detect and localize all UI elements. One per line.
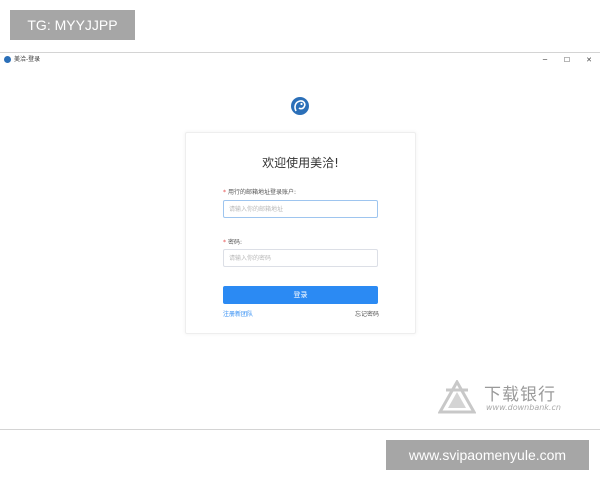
welcome-heading: 欢迎使用美洽!: [262, 156, 339, 170]
title-bar: 美洽-登录 ─ ☐ ✕: [0, 53, 600, 67]
password-label-text: 密码:: [228, 239, 243, 246]
downbank-logo-icon: [438, 380, 476, 414]
email-input[interactable]: [223, 200, 378, 218]
app-icon: [4, 56, 11, 63]
watermark-top: TG: MYYJJPP: [10, 10, 135, 40]
forgot-password-link[interactable]: 忘记密码: [355, 309, 379, 318]
maximize-button[interactable]: ☐: [556, 53, 578, 67]
window-title: 美洽-登录: [14, 56, 41, 63]
register-team-link[interactable]: 注册新团队: [223, 309, 253, 318]
close-button[interactable]: ✕: [578, 53, 600, 67]
password-input[interactable]: [223, 249, 378, 267]
login-button[interactable]: 登录: [223, 286, 378, 304]
login-card: 欢迎使用美洽! *用行的邮箱地址登录账户: *密码: 登录 注册新团队 忘记密码: [185, 132, 416, 334]
required-mark: *: [223, 189, 226, 196]
required-mark: *: [223, 239, 226, 246]
watermark-logo-text: 下载银行: [484, 385, 556, 405]
watermark-bottom: www.svipaomenyule.com: [386, 440, 589, 470]
app-window: 美洽-登录 ─ ☐ ✕ 欢迎使用美洽! *用行的邮箱地址登录账户: *密码: 登…: [0, 52, 600, 430]
minimize-button[interactable]: ─: [534, 53, 556, 67]
meiqia-logo-icon: [291, 97, 309, 115]
password-label: * 密码:: [223, 237, 242, 246]
watermark-logo-url: www.downbank.cn: [486, 403, 561, 412]
email-label: * 用行的邮箱地址登录账户:: [223, 187, 296, 196]
email-label-text: 用行的邮箱地址登录账户:: [228, 189, 297, 196]
